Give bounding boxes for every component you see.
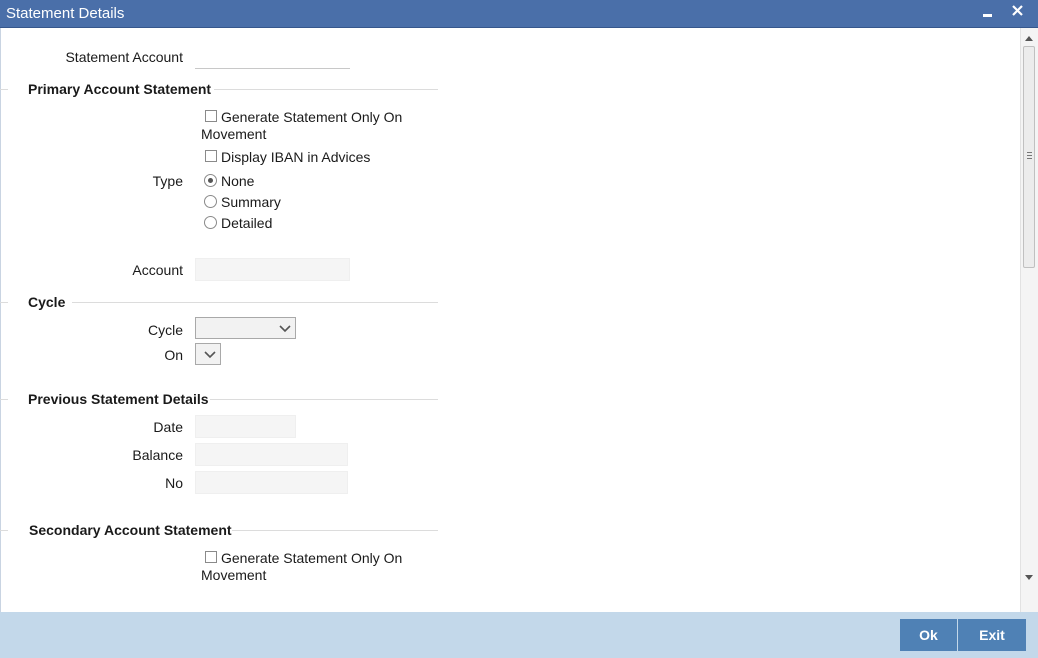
scrollbar-thumb[interactable] xyxy=(1023,46,1035,268)
ok-button[interactable]: Ok xyxy=(900,619,957,651)
no-field[interactable] xyxy=(195,471,348,494)
minimize-icon[interactable] xyxy=(978,2,998,22)
no-label: No xyxy=(165,475,183,491)
grip-line xyxy=(1027,158,1032,159)
chevron-down-icon xyxy=(203,348,217,364)
window-title: Statement Details xyxy=(6,5,125,22)
section-tick xyxy=(0,89,8,90)
scroll-down-icon[interactable] xyxy=(1025,575,1033,580)
statement-account-label: Statement Account xyxy=(65,49,183,65)
primary-generate-on-movement-label-2: Movement xyxy=(201,126,267,142)
dialog-content: Statement Account Primary Account Statem… xyxy=(0,28,1020,612)
type-none-label: None xyxy=(221,173,255,189)
primary-section-heading: Primary Account Statement xyxy=(28,81,212,97)
balance-label: Balance xyxy=(132,447,183,463)
secondary-generate-on-movement-label-2: Movement xyxy=(201,567,267,583)
date-field[interactable] xyxy=(195,415,296,438)
secondary-section-heading: Secondary Account Statement xyxy=(29,522,232,538)
grip-line xyxy=(1027,152,1032,153)
grip-line xyxy=(1027,155,1032,156)
section-tick xyxy=(0,399,8,400)
cycle-section-heading: Cycle xyxy=(28,294,66,310)
type-summary-label: Summary xyxy=(221,194,281,210)
secondary-generate-on-movement-checkbox[interactable] xyxy=(205,551,217,563)
statement-account-field[interactable] xyxy=(195,46,350,69)
secondary-generate-on-movement-label: Generate Statement Only On xyxy=(221,550,403,566)
section-tick xyxy=(0,530,8,531)
cycle-label: Cycle xyxy=(147,322,183,338)
date-label: Date xyxy=(153,419,183,435)
type-none-radio[interactable] xyxy=(204,174,217,187)
exit-button[interactable]: Exit xyxy=(958,619,1026,651)
section-divider xyxy=(214,89,438,90)
type-label: Type xyxy=(152,173,183,189)
account-field[interactable] xyxy=(195,258,350,281)
balance-field[interactable] xyxy=(195,443,348,466)
section-divider xyxy=(72,302,438,303)
display-iban-label: Display IBAN in Advices xyxy=(221,149,371,165)
chevron-down-icon xyxy=(278,322,292,338)
cycle-select[interactable] xyxy=(195,317,296,339)
display-iban-checkbox[interactable] xyxy=(205,150,217,162)
primary-generate-on-movement-label: Generate Statement Only On xyxy=(221,109,403,125)
vertical-scrollbar[interactable] xyxy=(1020,28,1038,612)
title-bar: Statement Details xyxy=(0,0,1038,28)
previous-section-heading: Previous Statement Details xyxy=(28,391,209,407)
section-divider xyxy=(232,530,438,531)
on-select[interactable] xyxy=(195,343,221,365)
primary-generate-on-movement-checkbox[interactable] xyxy=(205,110,217,122)
dialog-footer: Ok Exit xyxy=(0,612,1038,658)
section-divider xyxy=(210,399,438,400)
on-label: On xyxy=(164,347,183,363)
scroll-up-icon[interactable] xyxy=(1025,36,1033,41)
close-icon[interactable] xyxy=(1008,2,1028,22)
account-label: Account xyxy=(132,262,183,278)
type-detailed-label: Detailed xyxy=(221,215,273,231)
type-summary-radio[interactable] xyxy=(204,195,217,208)
type-detailed-radio[interactable] xyxy=(204,216,217,229)
section-tick xyxy=(0,302,8,303)
